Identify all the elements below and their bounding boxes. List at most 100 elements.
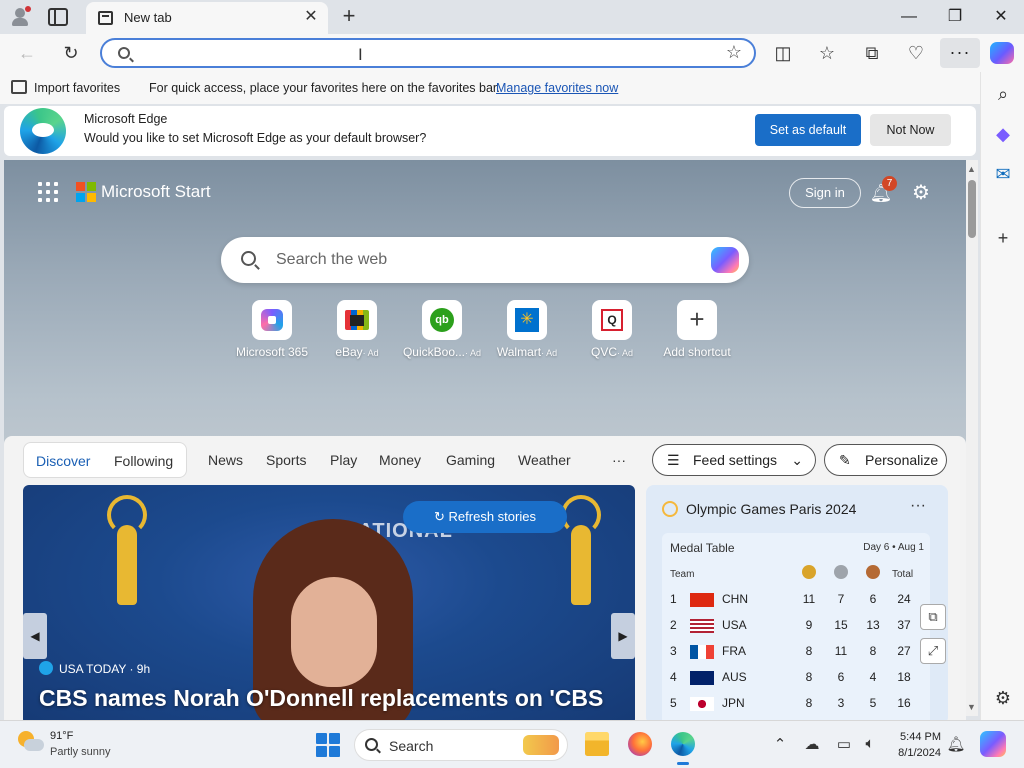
sidebar-outlook-icon[interactable]: ✉ bbox=[989, 160, 1017, 188]
refresh-stories-button[interactable]: ↻ Refresh stories bbox=[403, 501, 567, 533]
sidebar-search-icon[interactable]: ⌕ bbox=[989, 80, 1017, 108]
app-launcher-icon[interactable] bbox=[38, 182, 58, 202]
table-row[interactable]: 4 AUS 8 6 4 18 bbox=[662, 670, 930, 696]
table-row[interactable]: 5 JPN 8 3 5 16 bbox=[662, 696, 930, 720]
story-headline[interactable]: CBS names Norah O'Donnell replacements o… bbox=[39, 685, 635, 712]
nav-money[interactable]: Money bbox=[379, 452, 421, 468]
minimize-button[interactable]: — bbox=[886, 4, 932, 30]
sign-in-button[interactable]: Sign in bbox=[789, 178, 861, 208]
notifications-icon[interactable]: 🔔︎ bbox=[946, 735, 966, 753]
sidebar-settings-icon[interactable]: ⚙ bbox=[989, 684, 1017, 712]
volume-icon[interactable]: 🔈︎ bbox=[860, 735, 880, 752]
web-search-box[interactable]: Search the web bbox=[221, 237, 749, 283]
shortcut-microsoft-365[interactable]: Microsoft 365 bbox=[227, 300, 317, 359]
nav-more-button[interactable]: ··· bbox=[612, 452, 626, 468]
firefox-button[interactable] bbox=[625, 729, 655, 759]
browser-essentials-button[interactable]: ♡ bbox=[901, 38, 931, 68]
infobar-message: Would you like to set Microsoft Edge as … bbox=[84, 131, 427, 145]
back-button[interactable]: ← bbox=[12, 38, 42, 68]
weather-temperature[interactable]: 91°F bbox=[50, 730, 73, 742]
import-favorites-link[interactable]: Import favorites bbox=[34, 81, 120, 95]
personalize-button[interactable]: ✎ Personalize bbox=[824, 444, 947, 476]
collections-button[interactable]: ⧉ bbox=[857, 38, 887, 68]
nav-weather[interactable]: Weather bbox=[518, 452, 571, 468]
address-input[interactable] bbox=[142, 44, 702, 64]
nav-gaming[interactable]: Gaming bbox=[446, 452, 495, 468]
carousel-prev-button[interactable]: ◀ bbox=[23, 613, 47, 659]
page-settings-gear-icon[interactable]: ⚙ bbox=[908, 180, 934, 206]
page-scrollbar[interactable]: ▲ ▼ bbox=[966, 160, 978, 716]
show-hidden-icons-button[interactable]: ⌃ bbox=[770, 735, 790, 753]
favorites-button[interactable]: ☆ bbox=[812, 38, 842, 68]
tab-discover[interactable]: Discover bbox=[36, 453, 90, 469]
new-tab-page: Microsoft Start Sign in 🔔︎ 7 ⚙ Search th… bbox=[4, 160, 966, 720]
edge-taskbar-button[interactable] bbox=[668, 729, 698, 765]
sidebar-copilot-icon[interactable]: ◆ bbox=[989, 120, 1017, 148]
weather-condition[interactable]: Partly sunny bbox=[50, 746, 111, 758]
table-row[interactable]: 2 USA 9 15 13 37 bbox=[662, 618, 930, 644]
settings-more-button[interactable]: ··· bbox=[940, 38, 980, 68]
import-favorites-icon[interactable] bbox=[11, 80, 27, 94]
shortcut-ebay[interactable]: eBay· Ad bbox=[312, 300, 402, 359]
onedrive-icon[interactable]: ☁ bbox=[802, 735, 822, 753]
edge-sidebar: ⌕ ◆ ✉ + ⚙ bbox=[980, 72, 1024, 720]
scroll-up-icon[interactable]: ▲ bbox=[967, 164, 976, 174]
copilot-icon[interactable] bbox=[990, 42, 1014, 64]
edge-icon bbox=[671, 732, 695, 756]
split-screen-button[interactable]: ◫ bbox=[768, 38, 798, 68]
sliders-icon: ☰ bbox=[667, 452, 680, 468]
scrollbar-thumb[interactable] bbox=[968, 180, 976, 238]
partly-sunny-icon[interactable] bbox=[18, 731, 44, 755]
set-as-default-button[interactable]: Set as default bbox=[755, 114, 861, 146]
table-row[interactable]: 3 FRA 8 11 8 27 bbox=[662, 644, 930, 670]
folder-icon bbox=[585, 732, 609, 756]
file-explorer-button[interactable] bbox=[582, 729, 612, 759]
olympics-medal-card[interactable]: Olympic Games Paris 2024 ··· Medal Table… bbox=[646, 485, 948, 720]
add-shortcut-button[interactable]: + Add shortcut bbox=[652, 300, 742, 359]
restore-button[interactable]: ❐ bbox=[932, 4, 978, 30]
feed-settings-button[interactable]: ☰ Feed settings ⌄ bbox=[652, 444, 816, 476]
carousel-next-button[interactable]: ▶ bbox=[611, 613, 635, 659]
shortcut-walmart[interactable]: ✳ Walmart· Ad bbox=[482, 300, 572, 359]
tab-actions-icon[interactable] bbox=[48, 8, 68, 26]
manage-favorites-link[interactable]: Manage favorites now bbox=[496, 81, 618, 95]
expand-icon[interactable]: ⤢ bbox=[920, 638, 946, 664]
network-icon[interactable]: ▭ bbox=[834, 735, 854, 753]
refresh-label: Refresh stories bbox=[448, 509, 536, 524]
copilot-taskbar-icon[interactable] bbox=[980, 731, 1006, 757]
nav-play[interactable]: Play bbox=[330, 452, 357, 468]
olympic-rings-icon bbox=[662, 501, 678, 517]
profile-icon[interactable] bbox=[9, 6, 33, 28]
scroll-down-icon[interactable]: ▼ bbox=[967, 702, 976, 712]
tab-following[interactable]: Following bbox=[114, 453, 173, 469]
close-window-button[interactable]: ✕ bbox=[978, 4, 1024, 30]
refresh-button[interactable]: ↻ bbox=[56, 38, 86, 68]
shortcut-qvc[interactable]: Q QVC· Ad bbox=[567, 300, 657, 359]
system-clock[interactable]: 5:44 PM 8/1/2024 bbox=[891, 729, 941, 761]
tab-new-tab[interactable]: New tab ✕ bbox=[86, 2, 328, 34]
notifications-bell-icon[interactable]: 🔔︎ 7 bbox=[868, 176, 897, 206]
start-button[interactable] bbox=[316, 733, 340, 757]
shortcut-quickbooks[interactable]: qb QuickBoo...· Ad bbox=[397, 300, 487, 359]
close-tab-icon[interactable]: ✕ bbox=[302, 8, 320, 26]
new-tab-button[interactable]: + bbox=[336, 4, 362, 30]
ad-label: · Ad bbox=[362, 348, 379, 358]
plus-icon: + bbox=[689, 304, 705, 334]
feed-mode-toggle: Discover Following bbox=[23, 442, 187, 478]
brand-title[interactable]: Microsoft Start bbox=[101, 182, 211, 202]
sidebar-add-icon[interactable]: + bbox=[989, 224, 1017, 252]
total-count: 37 bbox=[897, 618, 911, 632]
search-icon bbox=[365, 738, 378, 751]
hero-story-card[interactable]: NATIONAL AMY ↻ Refresh stories ◀ ▶ USA T… bbox=[23, 485, 635, 720]
not-now-button[interactable]: Not Now bbox=[870, 114, 951, 146]
address-bar[interactable]: I ☆ bbox=[100, 38, 756, 68]
card-more-button[interactable]: ··· bbox=[910, 497, 926, 515]
nav-news[interactable]: News bbox=[208, 452, 243, 468]
bronze-count: 5 bbox=[869, 696, 877, 710]
favorite-star-icon[interactable]: ☆ bbox=[726, 42, 742, 63]
open-in-window-icon[interactable]: ⧉ bbox=[920, 604, 946, 630]
nav-sports[interactable]: Sports bbox=[266, 452, 306, 468]
table-row[interactable]: 1 CHN 11 7 6 24 bbox=[662, 592, 930, 618]
copilot-search-icon[interactable] bbox=[711, 247, 739, 273]
taskbar-search[interactable]: Search bbox=[354, 729, 568, 761]
